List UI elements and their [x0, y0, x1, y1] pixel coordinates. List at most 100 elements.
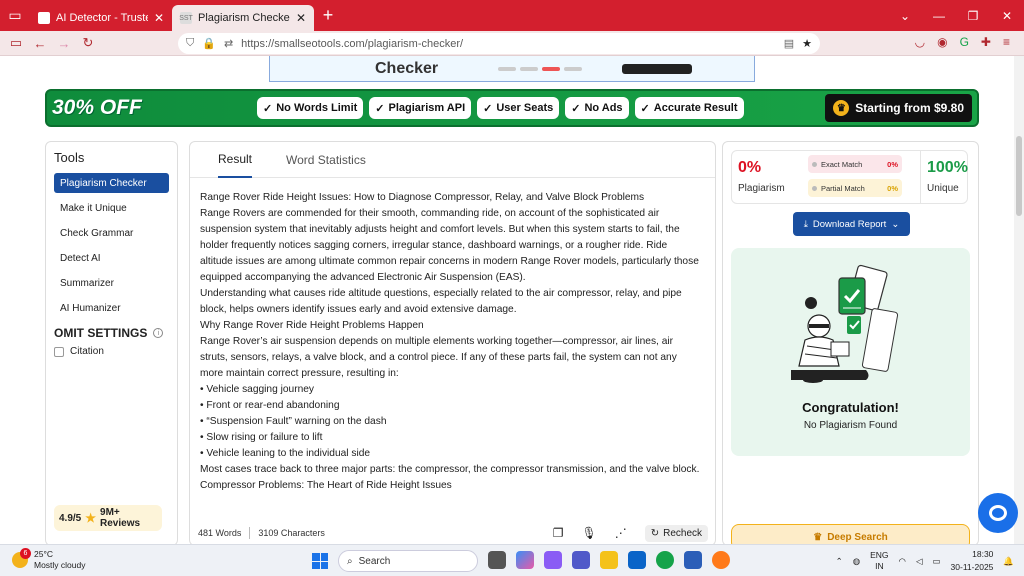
system-tray: ⌃ ◍ ENG IN ◠ ◁ ▭ 18:30 30-11-2025 🔔: [836, 548, 1014, 574]
text-paragraph: Range Rover’s air suspension depends on …: [200, 336, 677, 379]
taskbar-search[interactable]: ⌕ Search: [338, 550, 478, 572]
pricing-button[interactable]: ♛ Starting from $9.80: [825, 94, 972, 122]
sidebar-item-detect-ai[interactable]: Detect AI: [54, 248, 169, 268]
info-icon[interactable]: i: [153, 328, 164, 338]
windows-taskbar: 6 25°C Mostly cloudy ⌕ Search ⌃ ◍ ENG IN…: [0, 544, 1024, 576]
back-icon[interactable]: ←: [28, 36, 52, 51]
volume-icon[interactable]: ◁: [916, 556, 923, 567]
feature-badge: ✓ Accurate Result: [634, 97, 744, 119]
chevron-down-icon[interactable]: ⌄: [888, 9, 922, 23]
url-text[interactable]: https://smallseotools.com/plagiarism-che…: [241, 38, 776, 50]
copilot-alt-icon[interactable]: [544, 551, 562, 569]
account-icon[interactable]: ◉: [937, 35, 947, 49]
sidebar-toggle-icon[interactable]: ▭: [4, 35, 28, 51]
weather-text: Mostly cloudy: [34, 560, 86, 570]
tab-label: AI Detector - Trusted AI Checke: [56, 12, 148, 24]
menu-icon[interactable]: ≡: [1003, 35, 1010, 49]
tools-sidebar: Tools Plagiarism Checker Make it Unique …: [45, 141, 178, 544]
ad-button[interactable]: [622, 63, 693, 74]
file-explorer-icon[interactable]: [600, 551, 618, 569]
network-icon[interactable]: ◍: [853, 556, 860, 567]
recheck-button[interactable]: ↻ Recheck: [644, 524, 708, 542]
check-circle-icon: ✓: [263, 102, 273, 115]
new-tab-button[interactable]: +: [314, 5, 342, 26]
no-plagiarism-text: No Plagiarism Found: [803, 420, 898, 431]
outlook-icon[interactable]: [628, 551, 646, 569]
chevron-up-icon[interactable]: ⌃: [836, 556, 843, 567]
pocket-icon[interactable]: ◡: [915, 35, 925, 49]
maximize-button[interactable]: ❐: [956, 9, 990, 23]
wifi-icon[interactable]: ◠: [899, 556, 906, 567]
download-report-button[interactable]: ⤓ Download Report ⌄: [793, 212, 910, 236]
citation-checkbox[interactable]: Citation: [54, 346, 169, 357]
browser-tab-ai-detector[interactable]: AI Detector - Trusted AI Checke ✕: [30, 5, 172, 31]
deep-search-button[interactable]: ♛ Deep Search: [731, 524, 970, 544]
feature-badge: ✓ No Ads: [565, 97, 629, 119]
close-icon[interactable]: ✕: [296, 11, 306, 25]
lock-icon[interactable]: 🔒: [202, 37, 216, 50]
sidebar-item-plagiarism-checker[interactable]: Plagiarism Checker: [54, 173, 169, 193]
score-card: 0% Plagiarism Exact Match 0% Partial Mat…: [731, 150, 968, 204]
crown-icon: ♛: [813, 531, 823, 543]
grammarly-icon[interactable]: [656, 551, 674, 569]
task-view-icon[interactable]: [488, 551, 506, 569]
sidebar-item-check-grammar[interactable]: Check Grammar: [54, 223, 169, 243]
tab-word-statistics[interactable]: Word Statistics: [286, 142, 366, 178]
extensions-icon[interactable]: ✚: [981, 35, 991, 49]
reload-icon[interactable]: ↻: [76, 35, 100, 51]
close-window-button[interactable]: ✕: [990, 9, 1024, 23]
checkbox[interactable]: [54, 346, 64, 357]
tab-result[interactable]: Result: [218, 142, 253, 178]
address-bar[interactable]: ⛉ 🔒 ⇄ https://smallseotools.com/plagiari…: [178, 33, 820, 54]
tab-label: Plagiarism Checker - 100% Free: [198, 12, 290, 24]
checked-text-area[interactable]: Range Rover Ride Height Issues: How to D…: [200, 190, 700, 504]
pricing-label: Starting from $9.80: [855, 101, 964, 115]
clock[interactable]: 18:30 30-11-2025: [951, 548, 994, 574]
copilot-icon[interactable]: [516, 551, 534, 569]
windows-start-icon[interactable]: [312, 553, 328, 569]
feature-badge: ✓ Plagiarism API: [369, 97, 472, 119]
weather-widget[interactable]: 6 25°C Mostly cloudy: [12, 548, 86, 571]
taskbar-apps: [488, 551, 730, 569]
weather-icon: 6: [12, 548, 31, 568]
minimize-button[interactable]: —: [922, 9, 956, 23]
forward-icon[interactable]: →: [52, 36, 76, 51]
congratulation-card: Congratulation! No Plagiarism Found: [731, 248, 970, 456]
share-icon[interactable]: ⋰: [615, 526, 627, 540]
check-circle-icon: ✓: [375, 102, 385, 115]
result-panel: Result Word Statistics Range Rover Ride …: [189, 141, 716, 544]
unique-score: 100% Unique: [920, 151, 978, 203]
battery-icon[interactable]: ▭: [933, 556, 941, 567]
reader-view-icon[interactable]: ▤: [784, 37, 794, 50]
page-scrollbar[interactable]: [1014, 56, 1024, 544]
microphone-icon[interactable]: 🎙: [581, 526, 596, 540]
chat-icon: [989, 505, 1007, 521]
chat-widget-button[interactable]: [978, 493, 1018, 533]
ad-graphic: [498, 66, 583, 71]
close-icon[interactable]: ✕: [154, 11, 164, 25]
copy-icon[interactable]: ❐: [553, 526, 564, 540]
tab-overview-icon[interactable]: ▭: [0, 0, 30, 31]
sidebar-item-summarizer[interactable]: Summarizer: [54, 273, 169, 293]
feature-badge: ✓ User Seats: [477, 97, 560, 119]
bookmark-star-icon[interactable]: ★: [802, 37, 812, 50]
permissions-icon[interactable]: ⇄: [224, 37, 233, 50]
sidebar-item-ai-humanizer[interactable]: AI Humanizer: [54, 298, 169, 318]
browser-tab-plagiarism[interactable]: SST Plagiarism Checker - 100% Free ✕: [172, 5, 314, 31]
word-icon[interactable]: [684, 551, 702, 569]
shield-icon[interactable]: ⛉: [186, 37, 194, 50]
congratulation-title: Congratulation!: [802, 400, 899, 415]
teams-icon[interactable]: [572, 551, 590, 569]
discount-label: 30% OFF: [52, 96, 142, 119]
notifications-icon[interactable]: 🔔: [1003, 556, 1014, 567]
notification-badge: 6: [20, 548, 31, 559]
top-ad-banner[interactable]: Checker: [269, 56, 755, 82]
promo-banner[interactable]: 30% OFF ✓ No Words Limit ✓ Plagiarism API …: [45, 89, 979, 127]
language-indicator[interactable]: ENG IN: [870, 550, 888, 572]
result-tabs: Result Word Statistics: [190, 142, 715, 178]
firefox-icon[interactable]: [712, 551, 730, 569]
temperature: 25°C: [34, 549, 53, 559]
sidebar-item-make-it-unique[interactable]: Make it Unique: [54, 198, 169, 218]
grammarly-extension-icon[interactable]: G: [960, 35, 969, 49]
ad-text: Checker: [375, 59, 439, 77]
